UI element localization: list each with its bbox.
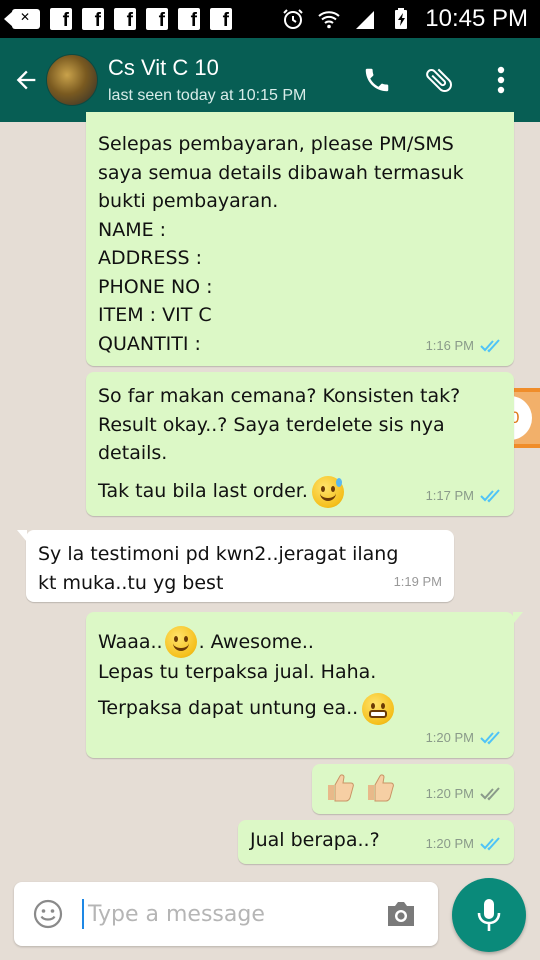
facebook-icon: f [82, 8, 104, 30]
close-notification-icon [4, 9, 40, 29]
facebook-icon: f [50, 8, 72, 30]
message-text: Result okay..? Saya terdelete sis nya [98, 413, 445, 436]
grinning-emoji [362, 692, 395, 725]
facebook-icon: f [210, 8, 232, 30]
message-bubble[interactable]: Selepas pembayaran, please PM/SMS saya s… [86, 112, 514, 366]
call-button[interactable] [360, 63, 394, 97]
message-text: PHONE NO : [98, 275, 213, 298]
message-input[interactable]: Type a message [88, 902, 265, 927]
alarm-icon [283, 9, 303, 29]
more-options-icon [497, 66, 505, 94]
attach-icon [426, 68, 452, 93]
voice-message-button[interactable] [452, 878, 526, 952]
message-text: ADDRESS : [98, 247, 203, 269]
message-text: Waaa.. [98, 630, 163, 653]
message-input-container[interactable]: Type a message [14, 882, 438, 946]
message-bubble[interactable]: Jual berapa..? 1:20 PM [238, 820, 514, 864]
message-time: 1:20 PM [425, 785, 474, 801]
message-bubble[interactable]: 1:20 PM [312, 764, 514, 814]
read-ticks-icon [480, 731, 500, 745]
clock: 10:45 PM [425, 5, 528, 32]
thumbs-up-emoji [328, 774, 354, 802]
status-bar: f f f f f f 10:45 PM [0, 0, 540, 38]
read-ticks-icon [480, 339, 500, 353]
delivered-ticks-icon [480, 787, 500, 801]
message-time: 1:19 PM [393, 573, 442, 589]
avatar[interactable] [46, 54, 98, 106]
message-bubble[interactable]: Sy la testimoni pd kwn2..jeragat ilang k… [17, 530, 454, 602]
message-text: NAME : [98, 218, 167, 241]
emoji-icon[interactable] [32, 898, 64, 930]
facebook-icon: f [114, 8, 136, 30]
more-options-button[interactable] [484, 63, 518, 97]
smiling-emoji [164, 626, 197, 658]
phone-icon [365, 68, 389, 92]
mic-icon [477, 899, 501, 931]
message-text: So far makan cemana? Konsisten tak? [98, 385, 461, 407]
composer: Type a message [0, 870, 540, 960]
message-text: Selepas pembayaran, please PM/SMS [98, 133, 454, 155]
camera-icon[interactable] [384, 898, 418, 930]
message-bubble[interactable]: So far makan cemana? Konsisten tak? Resu… [86, 372, 514, 516]
message-text: kt muka..tu yg best [38, 571, 224, 594]
thumbs-up-emoji [368, 774, 394, 802]
message-text: Sy la testimoni pd kwn2..jeragat ilang [38, 543, 399, 565]
facebook-icon: f [146, 8, 168, 30]
message-text: Terpaksa dapat untung ea.. [98, 697, 359, 720]
facebook-icon: f [178, 8, 200, 30]
attach-button[interactable] [422, 63, 456, 97]
signal-icon [356, 11, 375, 29]
contact-info[interactable]: Cs Vit C 10 last seen today at 10:15 PM [108, 55, 306, 105]
message-list[interactable]: Selepas pembayaran, please PM/SMS saya s… [0, 112, 540, 870]
battery-icon [395, 8, 408, 29]
message-time: 1:20 PM [425, 835, 474, 851]
wifi-icon [318, 11, 340, 29]
message-text: Tak tau bila last order. [98, 480, 308, 503]
message-text: saya semua details dibawah termasuk [98, 161, 464, 184]
message-time: 1:20 PM [425, 729, 474, 745]
message-time: 1:16 PM [425, 337, 474, 353]
text-cursor [82, 899, 84, 929]
back-button[interactable] [6, 60, 46, 100]
chat-header: Cs Vit C 10 last seen today at 10:15 PM [0, 38, 540, 122]
back-arrow-icon [16, 70, 36, 90]
message-text: Lepas tu terpaksa jual. Haha. [98, 661, 377, 683]
message-bubble[interactable]: Waaa.. . Awesome.. Lepas tu terpaksa jua… [86, 612, 523, 758]
message-text: ITEM : VIT C [98, 304, 212, 326]
message-text: Jual berapa..? [250, 829, 380, 851]
message-text: . Awesome.. [198, 630, 314, 653]
message-time: 1:17 PM [425, 487, 474, 503]
contact-name: Cs Vit C 10 [108, 55, 219, 80]
read-ticks-icon [480, 837, 500, 851]
message-text: details. [98, 442, 168, 464]
message-text: bukti pembayaran. [98, 190, 279, 212]
read-ticks-icon [480, 489, 500, 503]
sweat-smile-emoji [311, 475, 344, 508]
last-seen: last seen today at 10:15 PM [108, 87, 307, 104]
